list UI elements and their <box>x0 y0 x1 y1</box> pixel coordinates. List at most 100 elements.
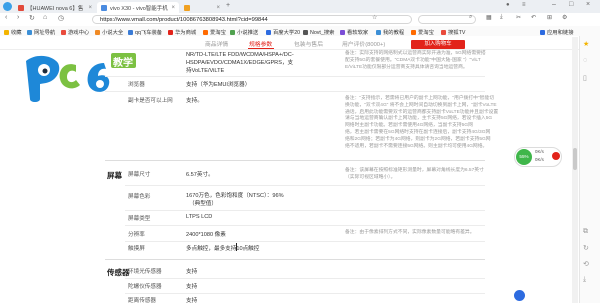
divider <box>125 210 485 211</box>
bookmark-item[interactable]: 华为商城 <box>168 28 196 36</box>
pc6-logo: 教学 <box>18 53 136 105</box>
screen-type-label: 屏幕类型 <box>128 216 151 222</box>
bookmark-icon <box>411 30 416 36</box>
divider <box>125 241 485 242</box>
user-icon[interactable]: ● <box>506 2 510 8</box>
download-speed: 0K/s <box>535 157 544 162</box>
bookmark-icon <box>340 30 345 36</box>
bookmark-item[interactable]: 爱淘宝 <box>411 28 434 36</box>
browser-label: 浏览器 <box>128 82 145 88</box>
section-divider <box>105 259 485 260</box>
arrow-icon[interactable] <box>552 152 560 160</box>
undo-icon[interactable]: ↶ <box>531 14 536 21</box>
network-value: NR/TD-LTE/LTE FDD/WCDMA/HSPA+/DC- HSDPA/… <box>186 52 294 74</box>
tab-user-reviews[interactable]: 用户评价(8000+) <box>342 39 385 48</box>
bookmark-item[interactable]: 搜狐TV <box>441 28 465 36</box>
search-input[interactable] <box>418 15 476 24</box>
bookmark-icon <box>128 30 133 36</box>
tab-favicon-icon <box>184 4 190 11</box>
search-icon[interactable]: ⌕ <box>469 14 472 21</box>
browser-logo-icon[interactable] <box>3 2 12 11</box>
bookmark-item[interactable]: 我的教程 <box>376 28 404 36</box>
tab-third[interactable]: × <box>180 2 224 13</box>
divider <box>105 91 485 92</box>
back-to-top-icon[interactable] <box>514 290 525 301</box>
gyroscope-value: 支持 <box>186 284 198 290</box>
close-icon[interactable]: × <box>216 5 220 11</box>
bookmark-item[interactable]: Novt_搜索 <box>303 28 334 36</box>
download-icon[interactable]: ⤓ <box>500 14 503 21</box>
bookmark-item[interactable]: qq飞车装备 <box>128 28 162 36</box>
sensor-heading: 传感器 <box>107 268 130 277</box>
bookmark-item[interactable]: 收藏 <box>4 28 22 36</box>
bookmark-icon <box>540 30 545 36</box>
close-icon[interactable]: × <box>88 5 92 11</box>
cut-icon[interactable]: ✂ <box>516 14 521 21</box>
refresh-icon[interactable]: ↻ <box>583 244 589 252</box>
bookmark-item[interactable]: 看软软家 <box>340 28 368 36</box>
network-percent: 55% <box>516 149 532 165</box>
divider <box>105 76 485 77</box>
bookmark-item[interactable]: 游戏中心 <box>61 28 89 36</box>
url-input[interactable]: https://www.vmall.com/product/1008676380… <box>92 15 412 24</box>
maximize-icon[interactable]: □ <box>569 1 573 8</box>
copy-icon[interactable]: ⧉ <box>583 228 588 236</box>
secondary-card-data-value: 支持。 <box>186 98 203 104</box>
secondary-card-note: 备注："支持指示，若需将已用户的副卡上网功能，"用户拨打中"智能切 换功能，"双… <box>345 96 499 149</box>
tab-favicon-icon <box>101 4 107 11</box>
bookmark-icon <box>61 30 66 36</box>
resolution-label: 分辨率 <box>128 232 145 238</box>
bookmark-icon <box>266 30 271 36</box>
forward-icon[interactable]: › <box>17 14 19 21</box>
share-icon[interactable]: ⟲ <box>583 260 589 268</box>
history-icon[interactable]: ◷ <box>58 14 64 22</box>
scrollbar-thumb[interactable] <box>573 148 577 170</box>
tab-favicon-icon <box>18 4 24 11</box>
text-cursor-icon <box>236 243 237 251</box>
refresh-icon[interactable]: ↻ <box>29 14 35 22</box>
tab-vivo-x30[interactable]: vivo X30 - vivo智能手机 × <box>97 2 179 13</box>
bookmark-item[interactable]: 应用和链接 <box>540 28 574 36</box>
screen-color-value: 1670万色，色彩饱和度（NTSC）：96% （典型值） <box>186 193 284 207</box>
bookmark-item[interactable]: 小说大全 <box>95 28 123 36</box>
resolution-note: 备注：由于像素排列方式不同，实际像素数量可能略有差异。 <box>345 230 475 235</box>
logo-tag: 教学 <box>113 58 133 69</box>
bookmark-item[interactable]: 百度大学20 <box>266 28 300 36</box>
tab-specifications[interactable]: 规格参数 <box>249 39 272 48</box>
phone-icon[interactable]: ▯ <box>583 74 587 82</box>
section-divider <box>105 160 485 161</box>
star-icon[interactable]: ★ <box>583 40 589 48</box>
settings-icon[interactable]: ⚙ <box>562 14 567 21</box>
download-icon[interactable]: ⤓ <box>583 276 586 284</box>
window-close-icon[interactable]: × <box>586 1 590 8</box>
tab-product-details[interactable]: 商品详情 <box>205 39 228 48</box>
scrollbar[interactable] <box>572 37 578 303</box>
bookmark-item[interactable]: 小说推送 <box>230 28 258 36</box>
chat-icon[interactable]: ◌ <box>583 57 587 64</box>
tab-packaging-service[interactable]: 包装与售后 <box>294 39 323 48</box>
add-to-cart-button[interactable]: 加入购物车 <box>411 40 465 49</box>
screen-size-value: 6.57英寸。 <box>186 172 214 178</box>
back-icon[interactable]: ‹ <box>5 14 7 21</box>
close-icon[interactable]: × <box>171 5 175 11</box>
bookmark-icon <box>4 30 9 36</box>
tab-title: 【HUAWEI nova 6】售 <box>27 5 84 12</box>
tab-title: vivo X30 - vivo智能手机 <box>110 5 168 12</box>
ambient-light-sensor-label: 环境光传感器 <box>128 269 162 275</box>
network-note: 备注：实际支持的网络制式以运营商实际开通为准，5G网络需要搭 配支持5G的套餐使… <box>345 51 486 70</box>
tab-huawei-nova6[interactable]: 【HUAWEI nova 6】售 × <box>14 2 96 13</box>
divider <box>125 278 485 279</box>
new-tab-icon[interactable]: + <box>226 2 230 9</box>
secondary-card-data-label: 副卡是否可以上网 <box>128 98 173 104</box>
bookmark-item[interactable]: 网址导航 <box>27 28 55 36</box>
star-icon[interactable]: ☆ <box>372 14 377 21</box>
bookmark-icon <box>303 30 308 36</box>
grid-icon[interactable]: ⊞ <box>547 14 552 21</box>
menu-icon[interactable]: ≡ <box>522 2 526 8</box>
screen-heading: 屏幕 <box>107 171 122 180</box>
divider <box>125 185 485 186</box>
home-icon[interactable]: ⌂ <box>43 14 47 21</box>
bookmark-item[interactable]: 爱淘宝 <box>203 28 226 36</box>
minimize-icon[interactable]: – <box>552 1 556 8</box>
extensions-icon[interactable]: ▦ <box>486 14 492 21</box>
